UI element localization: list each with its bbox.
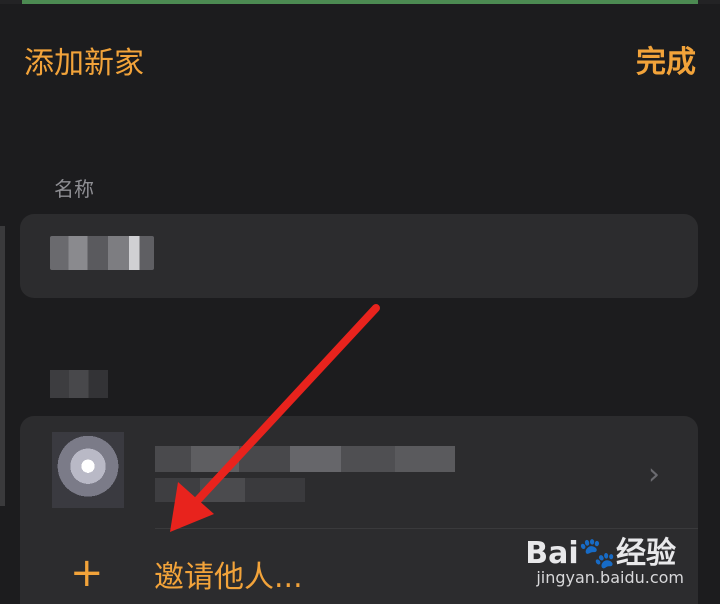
- annotation-arrow: [170, 304, 380, 532]
- watermark-logo: Bai🐾经验: [525, 536, 676, 571]
- watermark: Bai🐾经验 jingyan.baidu.com: [514, 528, 684, 588]
- watermark-url: jingyan.baidu.com: [536, 568, 684, 587]
